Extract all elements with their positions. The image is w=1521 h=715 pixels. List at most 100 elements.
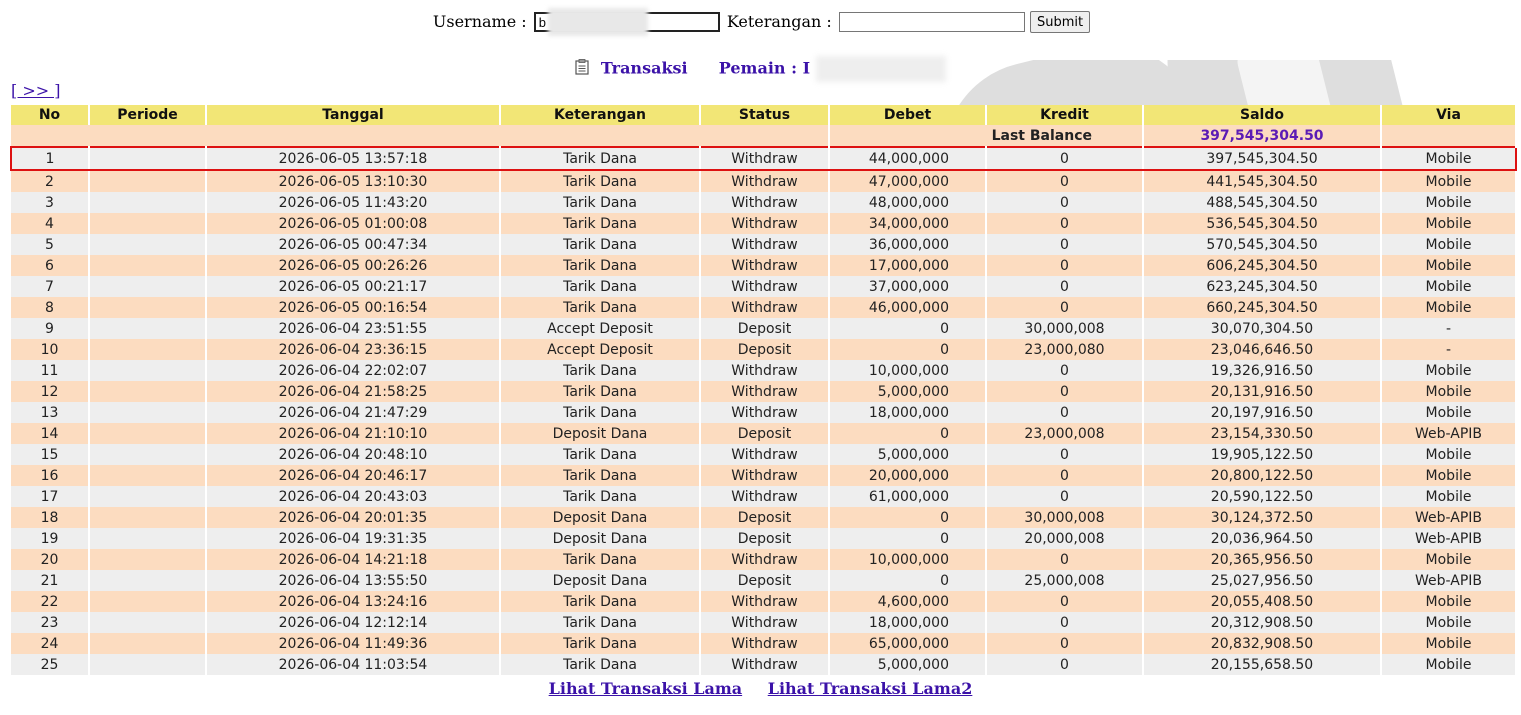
last-balance-value: 397,545,304.50 xyxy=(1143,125,1382,147)
cell-no: 3 xyxy=(11,192,90,213)
table-row: 25 2026-06-04 11:03:54 Tarik Dana Withdraw 5… xyxy=(11,654,1517,675)
cell-tanggal: 2026-06-05 00:16:54 xyxy=(206,297,501,318)
cell-status: Withdraw xyxy=(700,360,830,381)
cell-debet: 0 xyxy=(829,318,987,339)
cell-via: Mobile xyxy=(1381,402,1517,423)
cell-keterangan: Tarik Dana xyxy=(500,360,701,381)
col-header-periode[interactable]: Periode xyxy=(89,105,207,125)
cell-no: 7 xyxy=(11,276,90,297)
table-row: 4 2026-06-05 01:00:08 Tarik Dana Withdraw 34… xyxy=(11,213,1517,234)
cell-debet: 37,000,000 xyxy=(829,276,987,297)
col-header-saldo[interactable]: Saldo xyxy=(1143,105,1382,125)
cell-periode xyxy=(89,444,207,465)
cell-status: Withdraw xyxy=(700,402,830,423)
table-row: 18 2026-06-04 20:01:35 Deposit Dana Deposit… xyxy=(11,507,1517,528)
cell-no: 5 xyxy=(11,234,90,255)
cell-status: Deposit xyxy=(700,318,830,339)
cell-tanggal: 2026-06-04 23:36:15 xyxy=(206,339,501,360)
cell-no: 14 xyxy=(11,423,90,444)
cell-via: Mobile xyxy=(1381,465,1517,486)
cell-no: 18 xyxy=(11,507,90,528)
old-transactions-2-link[interactable]: Lihat Transaksi Lama2 xyxy=(768,679,973,698)
cell-saldo: 23,154,330.50 xyxy=(1143,423,1382,444)
col-header-via[interactable]: Via xyxy=(1381,105,1517,125)
table-row: 23 2026-06-04 12:12:14 Tarik Dana Withdraw 1… xyxy=(11,612,1517,633)
cell-kredit: 0 xyxy=(986,255,1144,276)
cell-periode xyxy=(89,549,207,570)
cell-via: Mobile xyxy=(1381,255,1517,276)
cell-status: Withdraw xyxy=(700,297,830,318)
cell-saldo: 25,027,956.50 xyxy=(1143,570,1382,591)
cell-debet: 5,000,000 xyxy=(829,654,987,675)
cell-keterangan: Tarik Dana xyxy=(500,146,701,171)
cell-saldo: 30,124,372.50 xyxy=(1143,507,1382,528)
table-row: 7 2026-06-05 00:21:17 Tarik Dana Withdraw 37… xyxy=(11,276,1517,297)
cell-saldo: 20,055,408.50 xyxy=(1143,591,1382,612)
cell-no: 16 xyxy=(11,465,90,486)
table-row: 19 2026-06-04 19:31:35 Deposit Dana Deposit… xyxy=(11,528,1517,549)
cell-status: Withdraw xyxy=(700,654,830,675)
old-transactions-link[interactable]: Lihat Transaksi Lama xyxy=(549,679,743,698)
cell-tanggal: 2026-06-05 11:43:20 xyxy=(206,192,501,213)
pemain-value: I xyxy=(802,58,811,78)
cell-debet: 0 xyxy=(829,423,987,444)
keterangan-input[interactable] xyxy=(838,12,1025,32)
cell-status: Deposit xyxy=(700,339,830,360)
cell-status: Withdraw xyxy=(700,633,830,654)
col-header-keterangan[interactable]: Keterangan xyxy=(500,105,701,125)
cell-via: Web-APIB xyxy=(1381,528,1517,549)
cell-tanggal: 2026-06-04 13:55:50 xyxy=(206,570,501,591)
cell-tanggal: 2026-06-04 20:48:10 xyxy=(206,444,501,465)
cell-saldo: 660,245,304.50 xyxy=(1143,297,1382,318)
cell-kredit: 30,000,008 xyxy=(986,507,1144,528)
col-header-no[interactable]: No xyxy=(11,105,90,125)
cell-saldo: 536,545,304.50 xyxy=(1143,213,1382,234)
cell-kredit: 0 xyxy=(986,486,1144,507)
cell-saldo: 488,545,304.50 xyxy=(1143,192,1382,213)
cell-debet: 5,000,000 xyxy=(829,381,987,402)
cell-via: Mobile xyxy=(1381,213,1517,234)
transaction-table: No Periode Tanggal Keterangan Status Deb… xyxy=(10,105,1517,675)
cell-periode xyxy=(89,255,207,276)
cell-saldo: 30,070,304.50 xyxy=(1143,318,1382,339)
cell-saldo: 20,197,916.50 xyxy=(1143,402,1382,423)
table-row: 5 2026-06-05 00:47:34 Tarik Dana Withdraw 36… xyxy=(11,234,1517,255)
cell-keterangan: Accept Deposit xyxy=(500,339,701,360)
cell-tanggal: 2026-06-04 13:24:16 xyxy=(206,591,501,612)
table-row: 12 2026-06-04 21:58:25 Tarik Dana Withdraw 5… xyxy=(11,381,1517,402)
cell-no: 11 xyxy=(11,360,90,381)
cell-via: - xyxy=(1381,318,1517,339)
col-header-tanggal[interactable]: Tanggal xyxy=(206,105,501,125)
cell-kredit: 0 xyxy=(986,633,1144,654)
cell-via: Mobile xyxy=(1381,486,1517,507)
col-header-debet[interactable]: Debet xyxy=(829,105,987,125)
cell-periode xyxy=(89,423,207,444)
cell-saldo: 606,245,304.50 xyxy=(1143,255,1382,276)
submit-button[interactable]: Submit xyxy=(1029,11,1091,33)
cell-kredit: 0 xyxy=(986,297,1144,318)
table-row: 11 2026-06-04 22:02:07 Tarik Dana Withdraw 1… xyxy=(11,360,1517,381)
table-row: 17 2026-06-04 20:43:03 Tarik Dana Withdraw 6… xyxy=(11,486,1517,507)
cell-via: Mobile xyxy=(1381,146,1517,171)
col-header-kredit[interactable]: Kredit xyxy=(986,105,1144,125)
cell-no: 20 xyxy=(11,549,90,570)
cell-status: Withdraw xyxy=(700,234,830,255)
col-header-status[interactable]: Status xyxy=(700,105,830,125)
cell-kredit: 30,000,008 xyxy=(986,318,1144,339)
cell-saldo: 20,036,964.50 xyxy=(1143,528,1382,549)
cell-no: 10 xyxy=(11,339,90,360)
cell-keterangan: Tarik Dana xyxy=(500,465,701,486)
cell-tanggal: 2026-06-04 21:58:25 xyxy=(206,381,501,402)
cell-keterangan: Tarik Dana xyxy=(500,633,701,654)
cell-debet: 18,000,000 xyxy=(829,402,987,423)
cell-status: Deposit xyxy=(700,570,830,591)
cell-keterangan: Tarik Dana xyxy=(500,444,701,465)
cell-periode xyxy=(89,213,207,234)
next-page-link[interactable]: [ >> ] xyxy=(11,81,60,100)
cell-kredit: 0 xyxy=(986,549,1144,570)
cell-tanggal: 2026-06-04 23:51:55 xyxy=(206,318,501,339)
cell-keterangan: Tarik Dana xyxy=(500,381,701,402)
cell-tanggal: 2026-06-04 20:46:17 xyxy=(206,465,501,486)
cell-via: Mobile xyxy=(1381,297,1517,318)
cell-no: 9 xyxy=(11,318,90,339)
